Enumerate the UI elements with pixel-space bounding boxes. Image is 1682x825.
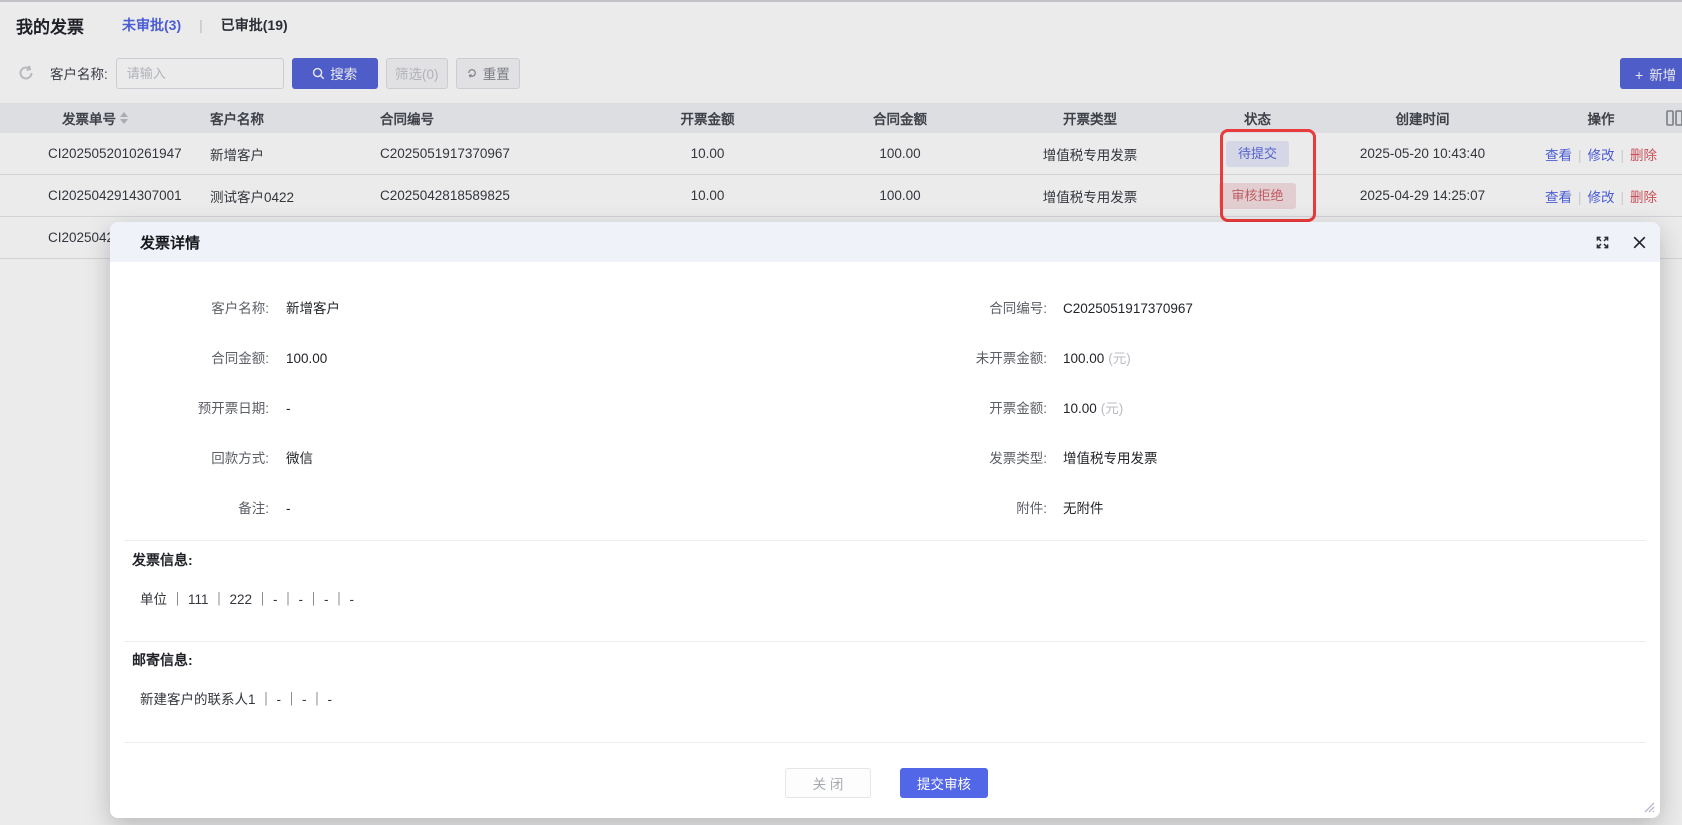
field-row: 回款方式: 微信 发票类型: 增值税专用发票	[169, 449, 1640, 469]
field-value: C2025051917370967	[1063, 301, 1193, 316]
field-label: 开票金额:	[989, 401, 1047, 416]
invoice-app: 我的发票 未审批(3) | 已审批(19) 客户名称: 搜索 筛选(0) 重置 …	[0, 0, 1682, 825]
field-label: 备注:	[238, 501, 269, 516]
field-row: 客户名称: 新增客户 合同编号: C2025051917370967	[169, 299, 1640, 319]
field-label: 合同编号:	[989, 301, 1047, 316]
field-value: 100.00 (元)	[1063, 351, 1131, 366]
field-label: 客户名称:	[211, 301, 269, 316]
modal-header: 发票详情	[110, 222, 1660, 262]
mail-info-heading: 邮寄信息:	[132, 652, 193, 668]
field-value: -	[286, 501, 291, 516]
field-value: 微信	[286, 451, 313, 466]
divider	[124, 641, 1646, 642]
unit-label: (元)	[1108, 351, 1131, 366]
field-label: 未开票金额:	[975, 351, 1047, 366]
close-button[interactable]: 关 闭	[785, 768, 871, 798]
field-row: 备注: - 附件: 无附件	[169, 499, 1640, 519]
submit-review-button[interactable]: 提交审核	[900, 768, 988, 798]
divider	[124, 540, 1646, 541]
field-value: 无附件	[1063, 501, 1104, 516]
invoice-info-line: 单位 ｜ 111 ｜ 222 ｜ - ｜ - ｜ - ｜ -	[140, 592, 355, 607]
field-label: 发票类型:	[989, 451, 1047, 466]
fullscreen-icon[interactable]	[1594, 234, 1611, 251]
modal-title: 发票详情	[140, 234, 201, 252]
field-value: 100.00	[286, 351, 328, 366]
field-value: 增值税专用发票	[1063, 451, 1158, 466]
resize-handle[interactable]	[1641, 799, 1655, 813]
unit-label: (元)	[1100, 401, 1124, 416]
field-value: -	[286, 401, 291, 416]
field-value: 新增客户	[286, 301, 340, 316]
divider	[124, 742, 1646, 743]
field-row: 预开票日期: - 开票金额: 10.00 (元)	[169, 399, 1640, 419]
field-label: 合同金额:	[211, 351, 269, 366]
invoice-info-heading: 发票信息:	[132, 552, 193, 568]
field-row: 合同金额: 100.00 未开票金额: 100.00 (元)	[169, 349, 1640, 369]
close-icon[interactable]	[1631, 234, 1648, 251]
mail-info-line: 新建客户的联系人1 ｜ - ｜ - ｜ -	[140, 692, 332, 707]
invoice-detail-modal: 发票详情 客户名称: 新增客户 合同编号: C2025051917370967 …	[110, 222, 1660, 818]
field-label: 回款方式:	[211, 451, 269, 466]
field-value: 10.00 (元)	[1063, 401, 1124, 416]
field-label: 预开票日期:	[197, 401, 269, 416]
field-label: 附件:	[1016, 501, 1047, 516]
